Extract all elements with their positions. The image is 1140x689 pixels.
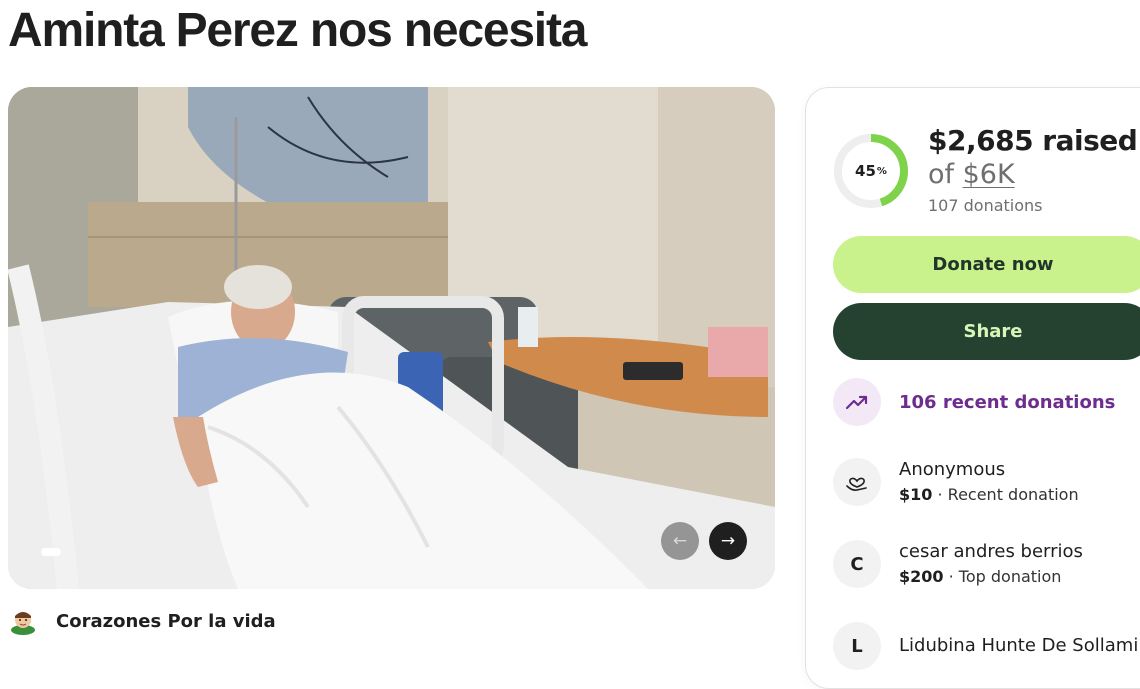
- donate-now-button[interactable]: Donate now: [833, 236, 1140, 293]
- recent-donations-label[interactable]: 106 recent donations: [899, 392, 1115, 413]
- donor-item: C cesar andres berrios $200 · Top donati…: [833, 540, 1083, 588]
- donor-info: Anonymous $10 · Recent donation: [899, 458, 1079, 506]
- donor-meta: $10 · Recent donation: [899, 484, 1079, 506]
- campaign-photo[interactable]: ← →: [8, 87, 775, 589]
- organizer-avatar: [11, 612, 35, 635]
- donor-avatar: C: [833, 540, 881, 588]
- donor-avatar: L: [833, 622, 881, 670]
- donations-count: 107 donations: [928, 196, 1043, 215]
- amount-raised: $2,685 raised: [928, 124, 1138, 157]
- organizer-name[interactable]: Corazones Por la vida: [56, 611, 276, 632]
- progress-percent-value: 45: [855, 162, 876, 180]
- donor-separator: ·: [932, 485, 948, 504]
- trending-icon-container: [833, 378, 881, 426]
- trending-up-icon: [845, 395, 868, 410]
- donor-name: Anonymous: [899, 459, 1006, 480]
- donor-name: cesar andres berrios: [899, 541, 1083, 562]
- donor-item: Anonymous $10 · Recent donation: [833, 458, 1079, 506]
- donor-name: Lidubina Hunte De Sollami: [899, 635, 1139, 656]
- donor-info: Lidubina Hunte De Sollami: [899, 634, 1138, 658]
- donor-avatar: [833, 458, 881, 506]
- recent-donations-link[interactable]: 106 recent donations: [833, 378, 1115, 426]
- hospital-photo-illustration: [8, 87, 775, 589]
- organizer-row[interactable]: Corazones Por la vida: [8, 606, 276, 636]
- donor-meta: $200 · Top donation: [899, 566, 1083, 588]
- carousel-indicator[interactable]: [41, 548, 61, 556]
- goal-amount[interactable]: $6K: [963, 159, 1015, 190]
- donor-amount: $10: [899, 485, 933, 504]
- donor-initial: L: [851, 635, 863, 657]
- goal-text: of $6K: [928, 159, 1015, 190]
- donation-type: Top donation: [958, 567, 1062, 586]
- goal-prefix: of: [928, 159, 963, 190]
- progress-percent-suffix: %: [876, 165, 887, 177]
- arrow-right-icon: →: [720, 531, 736, 551]
- donor-amount: $200: [899, 567, 944, 586]
- share-button[interactable]: Share: [833, 303, 1140, 360]
- donor-item: L Lidubina Hunte De Sollami: [833, 622, 1138, 670]
- carousel-dot-active[interactable]: [41, 548, 61, 556]
- donor-separator: ·: [943, 567, 959, 586]
- donor-initial: C: [850, 553, 864, 575]
- previous-photo-button[interactable]: ←: [661, 522, 699, 560]
- page-title: Aminta Perez nos necesita: [8, 4, 587, 57]
- next-photo-button[interactable]: →: [709, 522, 747, 560]
- progress-percent: 45%: [833, 133, 909, 209]
- donor-info: cesar andres berrios $200 · Top donation: [899, 540, 1083, 588]
- heart-hand-icon: [846, 477, 867, 491]
- arrow-left-icon: ←: [672, 531, 688, 551]
- donation-type: Recent donation: [947, 485, 1079, 504]
